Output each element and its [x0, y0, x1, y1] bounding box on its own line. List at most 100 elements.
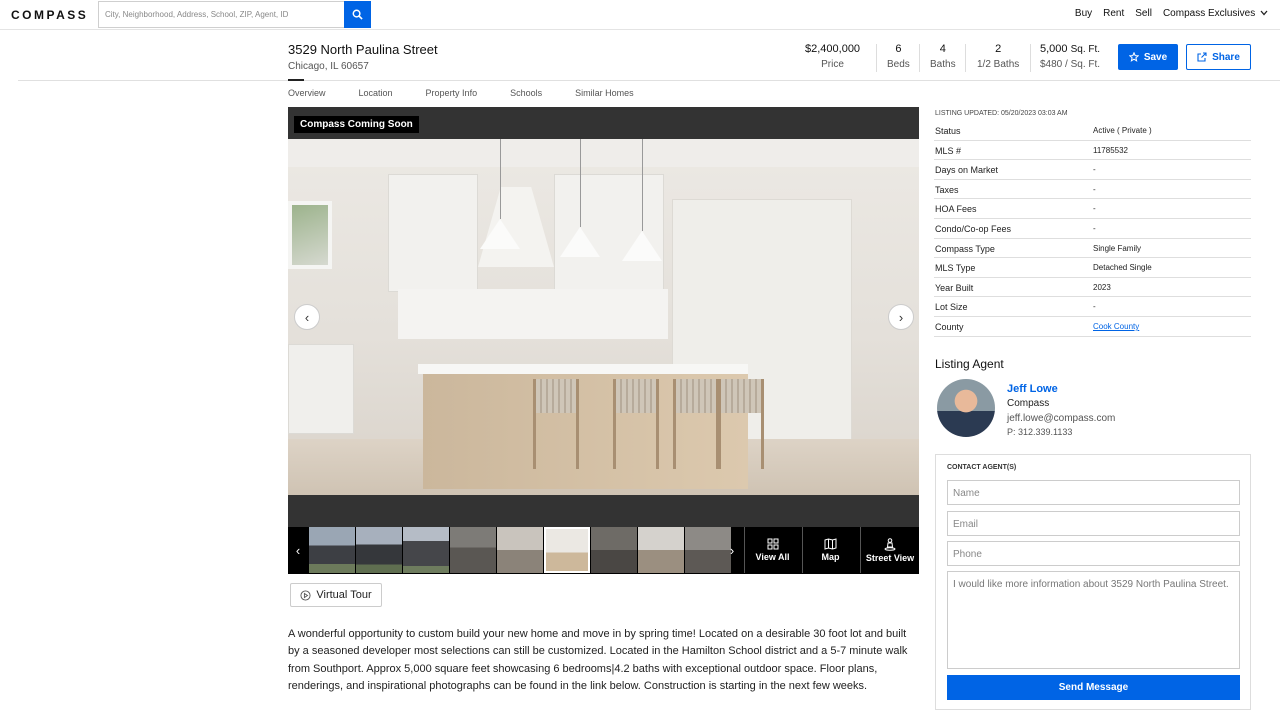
thumbs-prev-button[interactable]: ‹ — [288, 527, 308, 574]
bar-stool — [533, 379, 579, 469]
photo-gallery: Compass Coming Soon ‹ › — [288, 107, 919, 527]
pendant-light — [622, 231, 662, 261]
map-label: Map — [821, 552, 840, 562]
listing-address: 3529 North Paulina Street — [288, 42, 438, 57]
thumbnail[interactable] — [638, 527, 684, 573]
tab-schools[interactable]: Schools — [510, 88, 542, 98]
thumbnail[interactable] — [309, 527, 355, 573]
sqft-value: 5,000 — [1040, 43, 1068, 55]
fact-row: Days on Market - — [934, 160, 1251, 180]
chevron-right-icon: › — [898, 309, 904, 325]
listing-updated: LISTING UPDATED: 05/20/2023 03:03 AM — [935, 110, 1068, 117]
agent-avatar — [937, 379, 995, 437]
county-link[interactable]: Cook County — [1093, 322, 1139, 331]
nav-compass-exclusives-label: Compass Exclusives — [1162, 8, 1256, 19]
map-button[interactable]: Map — [802, 527, 858, 573]
chevron-right-icon: › — [729, 543, 735, 558]
top-nav: COMPASS City, Neighborhood, Address, Sch… — [0, 0, 1280, 30]
save-label: Save — [1143, 51, 1168, 63]
tab-similar-homes[interactable]: Similar Homes — [575, 88, 634, 98]
nav-sell[interactable]: Sell — [1135, 8, 1152, 19]
fact-row: Year Built 2023 — [934, 278, 1251, 298]
thumbs-next-button[interactable]: › — [722, 527, 742, 574]
thumbnail[interactable] — [591, 527, 637, 573]
ceiling — [288, 139, 919, 167]
fact-row: Lot Size - — [934, 297, 1251, 317]
fact-row: Status Active ( Private ) — [934, 121, 1251, 141]
thumbnail[interactable] — [403, 527, 449, 573]
chevron-down-icon — [1260, 10, 1268, 16]
price-per-sqft: $480 / Sq. Ft. — [1040, 59, 1101, 70]
compass-logo[interactable]: COMPASS — [11, 8, 88, 22]
section-tabs: Overview Location Property Info Schools … — [288, 88, 667, 98]
baths-label: Baths — [930, 59, 956, 70]
listing-agent-heading: Listing Agent — [935, 357, 1004, 371]
fact-row: Compass Type Single Family — [934, 239, 1251, 259]
view-all-button[interactable]: View All — [744, 527, 800, 573]
name-field[interactable]: Name — [947, 480, 1240, 505]
beds-value: 6 — [895, 43, 902, 55]
fact-label: Lot Size — [935, 302, 968, 313]
fact-row: HOA Fees - — [934, 199, 1251, 219]
tab-location[interactable]: Location — [359, 88, 393, 98]
grid-icon — [767, 538, 778, 550]
fact-label: MLS # — [935, 145, 962, 156]
thumbnail[interactable] — [356, 527, 402, 573]
pendant-light — [480, 219, 520, 249]
window — [288, 201, 332, 269]
bar-stool — [673, 379, 719, 469]
agent-name[interactable]: Jeff Lowe — [1007, 383, 1058, 395]
virtual-tour-label: Virtual Tour — [316, 589, 372, 601]
divider — [876, 44, 877, 72]
active-indicator — [288, 79, 304, 81]
beds-label: Beds — [887, 59, 910, 70]
prev-photo-button[interactable]: ‹ — [294, 304, 320, 330]
tab-overview[interactable]: Overview — [288, 88, 326, 98]
thumbnail[interactable] — [497, 527, 543, 573]
divider — [919, 44, 920, 72]
half-baths-stat: 2 1/2 Baths — [977, 43, 1019, 70]
baths-value: 4 — [939, 43, 946, 55]
divider — [1030, 44, 1031, 72]
tab-property-info[interactable]: Property Info — [426, 88, 478, 98]
contact-heading: CONTACT AGENT(S) — [947, 464, 1017, 471]
nav-compass-exclusives[interactable]: Compass Exclusives — [1163, 8, 1268, 19]
fact-label: County — [935, 321, 964, 332]
nav-rent[interactable]: Rent — [1103, 8, 1124, 19]
fact-value: - — [1093, 165, 1096, 175]
share-button[interactable]: Share — [1186, 44, 1251, 70]
header-divider — [18, 80, 1280, 81]
fact-row: Condo/Co-op Fees - — [934, 219, 1251, 239]
virtual-tour-button[interactable]: Virtual Tour — [290, 583, 382, 607]
chevron-left-icon: ‹ — [295, 543, 301, 558]
nav-buy[interactable]: Buy — [1075, 8, 1092, 19]
street-view-button[interactable]: Street View — [860, 527, 919, 573]
fact-row: Taxes - — [934, 180, 1251, 200]
thumbnail[interactable] — [450, 527, 496, 573]
fact-label: Taxes — [935, 184, 959, 195]
search-button[interactable] — [344, 1, 371, 28]
pendant-cord — [500, 139, 501, 219]
play-icon — [300, 589, 311, 601]
save-button[interactable]: Save — [1118, 44, 1178, 70]
send-message-button[interactable]: Send Message — [947, 675, 1240, 700]
pendant-light — [560, 227, 600, 257]
search-input[interactable]: City, Neighborhood, Address, School, ZIP… — [98, 1, 346, 28]
price-stat: $2,400,000 Price — [805, 43, 860, 70]
agent-phone[interactable]: P: 312.339.1133 — [1007, 427, 1072, 437]
street-view-label: Street View — [865, 552, 915, 563]
next-photo-button[interactable]: › — [888, 304, 914, 330]
thumbnail-active[interactable] — [544, 527, 590, 573]
agent-email[interactable]: jeff.lowe@compass.com — [1007, 413, 1115, 424]
email-field[interactable]: Email — [947, 511, 1240, 536]
fact-value: - — [1093, 302, 1096, 312]
fact-value: 2023 — [1093, 282, 1111, 292]
fact-value: Detached Single — [1093, 263, 1152, 273]
kitchen-photo[interactable] — [288, 139, 919, 495]
contact-agent-form: CONTACT AGENT(S) Name Email Phone I woul… — [935, 454, 1251, 710]
phone-field[interactable]: Phone — [947, 541, 1240, 566]
message-field[interactable]: I would like more information about 3529… — [947, 571, 1240, 669]
pendant-cord — [642, 139, 643, 231]
half-baths-value: 2 — [995, 43, 1002, 55]
countertop — [418, 364, 748, 374]
